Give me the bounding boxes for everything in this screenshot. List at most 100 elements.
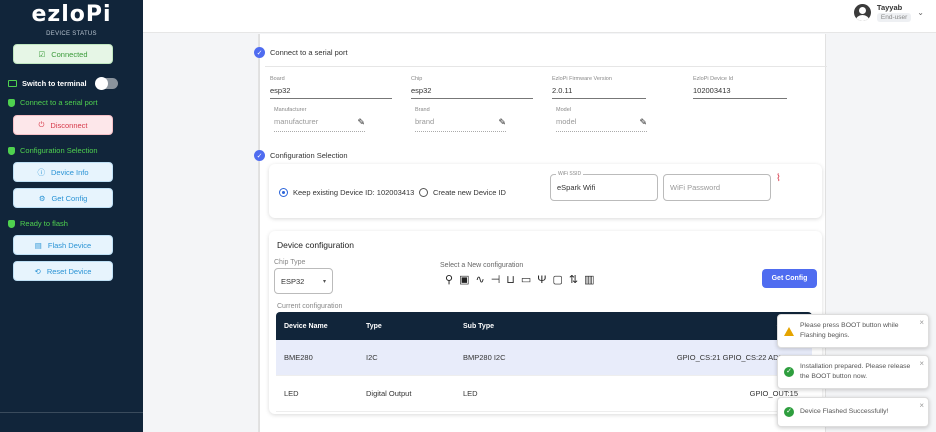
flash-device-button[interactable]: ▤ Flash Device xyxy=(13,235,113,255)
chip-field: Chip esp32 xyxy=(411,76,533,99)
top-bar: Tayyab End-user ⌄ xyxy=(143,0,936,33)
edit-icon[interactable]: ✎ xyxy=(498,117,506,128)
chip-type-select[interactable]: ESP32 ▾ xyxy=(274,268,333,294)
module-icon[interactable]: ▢ xyxy=(552,273,562,286)
manufacturer-value-row: manufacturer ✎ xyxy=(274,117,365,132)
chip-type-value: ESP32 xyxy=(281,276,305,286)
multi-sensor-icon[interactable]: ▥ xyxy=(584,273,594,286)
avatar xyxy=(853,4,871,21)
toast-text: Installation prepared. Please release th… xyxy=(800,363,911,380)
connected-button[interactable]: ☑ Connected xyxy=(13,44,113,64)
close-icon[interactable]: × xyxy=(919,317,924,328)
section-connect-serial-label: Connect to a serial port xyxy=(20,98,98,107)
wifi-off-icon[interactable]: ⌇ xyxy=(776,173,781,184)
reset-device-button[interactable]: ⟲ Reset Device xyxy=(13,261,113,281)
toast-warning: Please press BOOT button while Flashing … xyxy=(777,314,929,348)
keep-existing-option[interactable]: Keep existing Device ID: 102003413 xyxy=(279,188,414,197)
firmware-field: EzloPi Firmware Version 2.0.11 xyxy=(552,76,646,99)
device-status-label: DEVICE STATUS xyxy=(46,31,97,37)
device-id-label: EzloPi Device Id xyxy=(693,76,734,82)
wifi-password-placeholder: WiFi Password xyxy=(670,183,721,192)
sidebar-divider xyxy=(0,412,143,413)
terminal-toggle[interactable] xyxy=(94,77,118,90)
create-new-option[interactable]: Create new Device ID xyxy=(419,188,506,197)
close-icon[interactable]: × xyxy=(919,358,924,369)
sidebar: ezloPi DEVICE STATUS ☑ Connected Switch … xyxy=(0,0,143,432)
model-field[interactable]: Model model ✎ xyxy=(556,107,647,132)
antenna-icon[interactable]: Ψ xyxy=(537,274,546,286)
flash-device-label: Flash Device xyxy=(47,240,92,250)
current-config-table: Device Name Type Sub Type GPIOs BME280 I… xyxy=(276,312,812,412)
get-config-sidebar-button[interactable]: ⚙ Get Config xyxy=(13,188,113,208)
firmware-value: 2.0.11 xyxy=(552,86,646,99)
swap-icon[interactable]: ⇅ xyxy=(569,273,578,286)
step-serial: ✓ Connect to a serial port xyxy=(254,47,348,58)
user-name: Tayyab xyxy=(876,3,903,12)
get-config-button[interactable]: Get Config xyxy=(762,269,817,288)
current-config-label: Current configuration xyxy=(277,303,343,310)
chevron-down-icon[interactable]: ⌄ xyxy=(917,8,924,17)
table-row[interactable]: BME280 I2C BMP280 I2C GPIO_CS:21 GPIO_CS… xyxy=(276,340,812,376)
relay-icon[interactable]: ▭ xyxy=(521,273,531,286)
switch-terminal-label: Switch to terminal xyxy=(22,79,87,88)
select-new-label: Select a New configuration xyxy=(440,262,524,269)
led-icon[interactable]: ⚲ xyxy=(445,273,453,286)
table-row[interactable]: LED Digital Output LED GPIO_OUT:15 xyxy=(276,376,812,412)
reset-icon: ⟲ xyxy=(34,266,41,276)
cell-device-name: LED xyxy=(284,389,299,398)
shield-icon xyxy=(8,146,15,155)
radio-selected-icon xyxy=(279,188,288,197)
dropdown-arrow-icon: ▾ xyxy=(322,278,326,285)
brand-value-row: brand ✎ xyxy=(415,117,506,132)
cell-type: I2C xyxy=(366,353,378,362)
check-circle-icon: ☑ xyxy=(38,49,46,59)
user-menu[interactable]: Tayyab End-user ⌄ xyxy=(853,3,924,22)
edit-icon[interactable]: ✎ xyxy=(639,117,647,128)
device-info-button[interactable]: ⓘ Device Info xyxy=(13,162,113,182)
radio-icon xyxy=(419,188,428,197)
manufacturer-field[interactable]: Manufacturer manufacturer ✎ xyxy=(274,107,365,132)
wifi-ssid-label: WiFi SSID xyxy=(556,171,584,177)
section-ready-flash-label: Ready to flash xyxy=(20,219,68,228)
cell-type: Digital Output xyxy=(366,389,412,398)
sensor-icon[interactable]: ▣ xyxy=(459,273,469,286)
reset-device-label: Reset Device xyxy=(46,266,92,276)
device-info-label: Device Info xyxy=(50,167,89,177)
wifi-password-input[interactable]: WiFi Password xyxy=(663,174,771,201)
analog-icon[interactable]: ∿ xyxy=(475,273,484,286)
pulse-icon[interactable]: ⊔ xyxy=(506,273,515,286)
disconnect-button[interactable]: ⏻ Disconnect xyxy=(13,115,113,135)
create-new-label: Create new Device ID xyxy=(433,188,506,197)
brand-label: Brand xyxy=(415,107,430,113)
model-value-row: model ✎ xyxy=(556,117,647,132)
stepper-line xyxy=(259,34,260,432)
manufacturer-label: Manufacturer xyxy=(274,107,307,113)
edit-icon[interactable]: ✎ xyxy=(357,117,365,128)
toast-success: ✓ Device Flashed Successfully! × xyxy=(777,397,929,427)
shield-icon xyxy=(8,219,15,228)
keep-existing-label: Keep existing Device ID: 102003413 xyxy=(293,188,415,197)
shield-icon xyxy=(8,98,15,107)
table-header: Device Name Type Sub Type GPIOs xyxy=(276,312,812,340)
close-icon[interactable]: × xyxy=(919,400,924,411)
section-config-selection: Configuration Selection xyxy=(8,146,98,155)
column-header-type: Type xyxy=(366,322,382,330)
connected-label: Connected xyxy=(51,49,88,59)
terminal-icon xyxy=(8,80,17,87)
device-config-title: Device configuration xyxy=(277,240,355,250)
manufacturer-value: manufacturer xyxy=(274,117,319,126)
chip-value: esp32 xyxy=(411,86,533,99)
column-header-sub-type: Sub Type xyxy=(463,322,494,330)
user-role-badge: End-user xyxy=(876,13,912,22)
step-config-label: Configuration Selection xyxy=(270,151,348,160)
model-value: model xyxy=(556,117,577,126)
power-icon: ⏻ xyxy=(38,120,45,129)
get-config-label: Get Config xyxy=(51,193,88,203)
disconnect-label: Disconnect xyxy=(50,120,88,130)
brand-field[interactable]: Brand brand ✎ xyxy=(415,107,506,132)
digital-signal-icon[interactable]: ⊣ xyxy=(491,273,501,286)
device-id-field: EzloPi Device Id 102003413 xyxy=(693,76,787,99)
wifi-ssid-input[interactable]: WiFi SSID eSpark Wifi xyxy=(550,171,658,201)
info-icon: ⓘ xyxy=(37,167,45,177)
check-icon: ✓ xyxy=(254,47,265,58)
